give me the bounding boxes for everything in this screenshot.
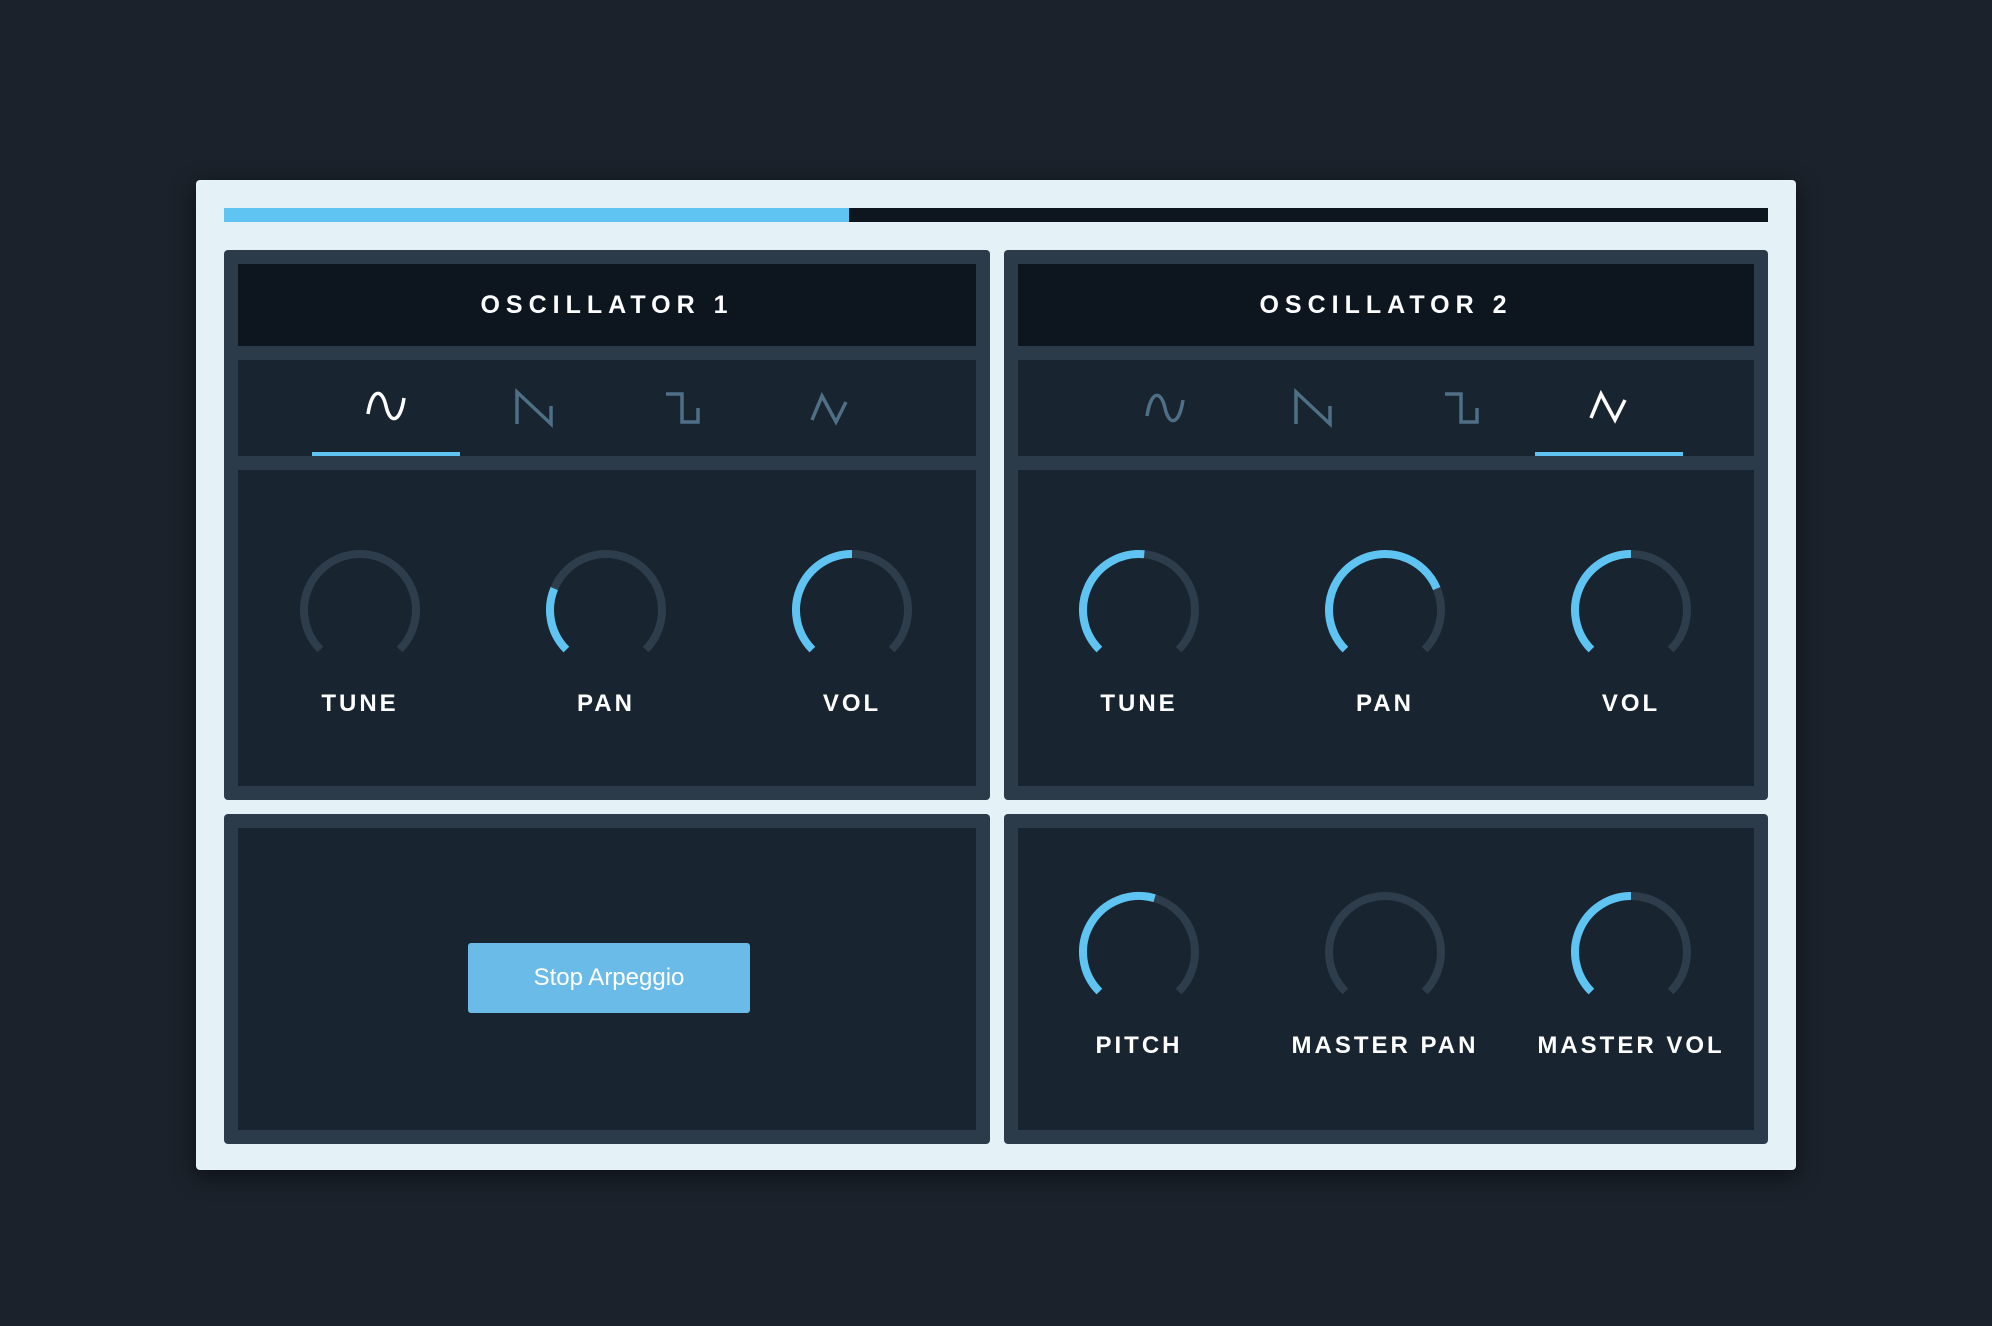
oscillator-1-tune-label: TUNE [321, 690, 399, 717]
master-pan-label: MASTER PAN [1291, 1032, 1479, 1059]
oscillator-2-panel: OSCILLATOR 2 TUNE PAN VOL [1004, 250, 1768, 800]
oscillator-1-sine-button[interactable] [312, 360, 460, 456]
oscillator-1-square-button[interactable] [608, 360, 756, 456]
oscillator-2-pan-label: PAN [1356, 690, 1414, 717]
master-pan-knob[interactable]: MASTER PAN [1285, 890, 1485, 1060]
oscillator-1-sawtooth-button[interactable] [460, 360, 608, 456]
master-vol-label: MASTER VOL [1537, 1032, 1725, 1059]
square-wave-icon [1439, 386, 1483, 430]
oscillator-2-sawtooth-button[interactable] [1239, 360, 1387, 456]
master-vol-knob[interactable]: MASTER VOL [1531, 890, 1731, 1060]
triangle-wave-icon [1587, 384, 1631, 428]
sawtooth-wave-icon [512, 386, 556, 430]
sine-wave-icon [364, 384, 408, 428]
sine-wave-icon [1143, 386, 1187, 430]
oscillator-2-sine-button[interactable] [1091, 360, 1239, 456]
stop-arpeggio-button[interactable]: Stop Arpeggio [468, 943, 750, 1013]
progress-fill [224, 208, 850, 222]
synth-panel: OSCILLATOR 1 TUNE PAN VOL OSCILLATOR 2 T… [196, 180, 1796, 1170]
oscillator-2-square-button[interactable] [1387, 360, 1535, 456]
oscillator-1-pan-knob[interactable]: PAN [506, 548, 706, 718]
oscillator-2-tune-knob[interactable]: TUNE [1039, 548, 1239, 718]
oscillator-1-waveform-selector [238, 360, 976, 456]
oscillator-1-vol-label: VOL [822, 690, 882, 717]
oscillator-2-waveform-selector [1018, 360, 1754, 456]
progress-bar [224, 208, 1768, 222]
oscillator-2-triangle-button[interactable] [1535, 360, 1683, 456]
square-wave-icon [660, 386, 704, 430]
pitch-label: PITCH [1095, 1032, 1183, 1059]
oscillator-1-vol-knob[interactable]: VOL [752, 548, 952, 718]
oscillator-2-vol-knob[interactable]: VOL [1531, 548, 1731, 718]
oscillator-2-knobs: TUNE PAN VOL [1018, 470, 1754, 786]
triangle-wave-icon [808, 386, 852, 430]
oscillator-2-pan-knob[interactable]: PAN [1285, 548, 1485, 718]
oscillator-2-tune-label: TUNE [1100, 690, 1178, 717]
oscillator-2-title: OSCILLATOR 2 [1018, 264, 1754, 346]
oscillator-1-pan-label: PAN [577, 690, 635, 717]
master-panel: PITCH MASTER PAN MASTER VOL [1004, 814, 1768, 1144]
sawtooth-wave-icon [1291, 386, 1335, 430]
oscillator-2-vol-label: VOL [1601, 690, 1661, 717]
oscillator-1-panel: OSCILLATOR 1 TUNE PAN VOL [224, 250, 990, 800]
arpeggio-panel: Stop Arpeggio [224, 814, 990, 1144]
oscillator-1-knobs: TUNE PAN VOL [238, 470, 976, 786]
pitch-knob[interactable]: PITCH [1039, 890, 1239, 1060]
arpeggio-panel-body: Stop Arpeggio [238, 828, 976, 1130]
master-panel-body: PITCH MASTER PAN MASTER VOL [1018, 828, 1754, 1130]
oscillator-1-triangle-button[interactable] [756, 360, 904, 456]
oscillator-1-title: OSCILLATOR 1 [238, 264, 976, 346]
oscillator-1-tune-knob[interactable]: TUNE [260, 548, 460, 718]
